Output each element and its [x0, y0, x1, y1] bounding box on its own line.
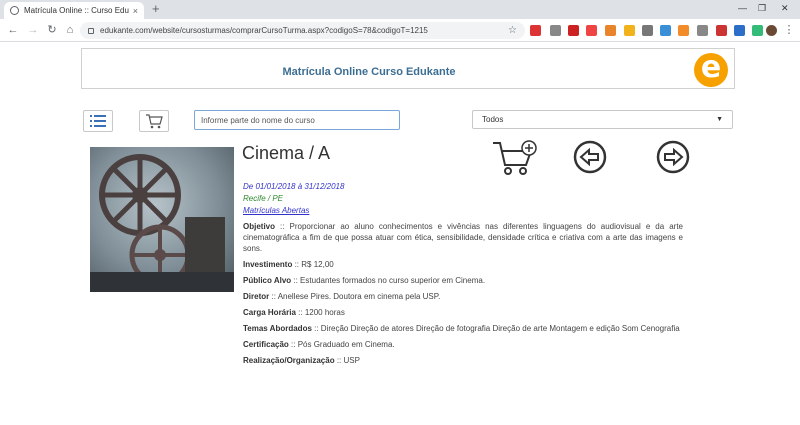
organization-row: Realização/Organização :: USP	[243, 355, 683, 366]
browser-tab[interactable]: Matrícula Online :: Curso Edukante ×	[4, 2, 144, 19]
extension-icon[interactable]	[697, 25, 708, 36]
browser-toolbar: ← → ↻ ⌂ edukante.com/website/cursosturma…	[0, 19, 800, 42]
extension-icon[interactable]	[586, 25, 597, 36]
category-selected-value: Todos	[482, 115, 504, 124]
cart-view-button[interactable]	[139, 110, 169, 132]
extension-icon[interactable]	[716, 25, 727, 36]
organization-text: :: USP	[336, 356, 360, 365]
extension-icon[interactable]	[530, 25, 541, 36]
extension-icon[interactable]	[568, 25, 579, 36]
extension-icon[interactable]	[605, 25, 616, 36]
forward-arrow-icon[interactable]: →	[26, 23, 40, 37]
browser-menu-icon[interactable]: ⋮	[782, 23, 796, 37]
extension-icon[interactable]	[734, 25, 745, 36]
edukante-logo: e	[694, 53, 728, 87]
topics-row: Temas Abordados :: Direção Direção de at…	[243, 323, 683, 334]
hours-row: Carga Horária :: 1200 horas	[243, 307, 683, 318]
extension-icon[interactable]	[642, 25, 653, 36]
investment-row: Investimento :: R$ 12,00	[243, 259, 683, 270]
add-to-cart-icon[interactable]	[492, 139, 538, 177]
extension-icon[interactable]	[624, 25, 635, 36]
topics-label: Temas Abordados	[243, 324, 312, 333]
list-icon	[90, 115, 106, 127]
bookmark-star-icon[interactable]: ☆	[508, 25, 517, 36]
previous-arrow-icon[interactable]	[573, 140, 607, 174]
extension-icon[interactable]	[678, 25, 689, 36]
investment-text: :: R$ 12,00	[294, 260, 334, 269]
tab-close-icon[interactable]: ×	[133, 6, 138, 16]
category-select[interactable]: Todos ▼	[472, 110, 733, 129]
course-location: Recife / PE	[243, 194, 284, 203]
extension-icon[interactable]	[752, 25, 763, 36]
tab-title: Matrícula Online :: Curso Edukante	[24, 6, 129, 15]
director-text: :: Anellese Pires. Doutora em cinema pel…	[271, 292, 441, 301]
lock-icon	[88, 27, 94, 34]
globe-icon	[10, 6, 19, 15]
audience-label: Público Alvo	[243, 276, 292, 285]
director-row: Diretor :: Anellese Pires. Doutora em ci…	[243, 291, 683, 302]
hours-text: :: 1200 horas	[298, 308, 345, 317]
course-status: Matrículas Abertas	[243, 206, 310, 215]
course-details: Objetivo :: Proporcionar ao aluno conhec…	[243, 221, 683, 371]
certification-label: Certificação	[243, 340, 289, 349]
course-photo	[90, 147, 234, 292]
audience-row: Público Alvo :: Estudantes formados no c…	[243, 275, 683, 286]
course-title: Cinema / A	[242, 143, 331, 163]
hours-label: Carga Horária	[243, 308, 296, 317]
certification-row: Certificação :: Pós Graduado em Cinema.	[243, 339, 683, 350]
back-arrow-icon[interactable]: ←	[6, 23, 20, 37]
next-arrow-icon[interactable]	[656, 140, 690, 174]
home-icon[interactable]: ⌂	[63, 23, 77, 37]
extension-icon[interactable]	[660, 25, 671, 36]
director-label: Diretor	[243, 292, 270, 301]
address-bar[interactable]: edukante.com/website/cursosturmas/compra…	[80, 22, 525, 39]
topics-text: :: Direção Direção de atores Direção de …	[314, 324, 680, 333]
new-tab-button[interactable]: +	[152, 2, 160, 16]
profile-avatar[interactable]	[766, 25, 777, 36]
course-dates: De 01/01/2018 à 31/12/2018	[243, 182, 345, 191]
cart-icon	[146, 114, 163, 129]
browser-tab-bar: Matrícula Online :: Curso Edukante × + —…	[0, 0, 800, 19]
objective-row: Objetivo :: Proporcionar ao aluno conhec…	[243, 221, 683, 254]
investment-label: Investimento	[243, 260, 293, 269]
certification-text: :: Pós Graduado em Cinema.	[291, 340, 395, 349]
reload-icon[interactable]: ↻	[45, 23, 59, 37]
objective-label: Objetivo	[243, 222, 276, 231]
minimize-icon[interactable]: —	[738, 3, 747, 13]
list-view-button[interactable]	[83, 110, 113, 132]
page-title: Matrícula Online Curso Edukante	[282, 66, 456, 78]
page-header: Matrícula Online Curso Edukante e	[81, 48, 735, 89]
course-search-input[interactable]	[194, 110, 400, 130]
url-text: edukante.com/website/cursosturmas/compra…	[100, 26, 428, 35]
audience-text: :: Estudantes formados no curso superior…	[293, 276, 486, 285]
dropdown-arrow-icon: ▼	[716, 116, 723, 123]
maximize-icon[interactable]: ❐	[758, 3, 766, 14]
film-projector-illustration	[90, 154, 234, 292]
organization-label: Realização/Organização	[243, 356, 335, 365]
window-close-icon[interactable]: ✕	[781, 3, 789, 14]
objective-text: :: Proporcionar ao aluno conhecimentos e…	[243, 222, 683, 253]
extension-icon[interactable]	[550, 25, 561, 36]
